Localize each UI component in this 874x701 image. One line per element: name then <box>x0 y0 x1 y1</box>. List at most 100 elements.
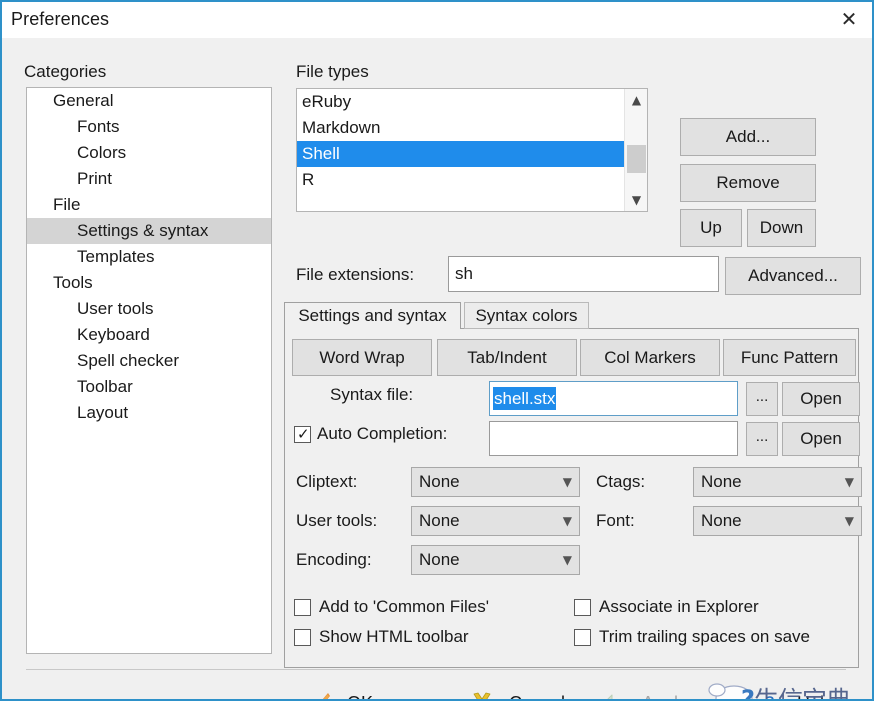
checkbox-box <box>294 628 311 646</box>
check-icon: ✓ <box>297 425 310 443</box>
auto-completion-label: Auto Completion: <box>317 424 448 443</box>
encoding-label: Encoding: <box>296 550 372 569</box>
orange-check-icon <box>307 690 333 699</box>
file-type-item[interactable]: Shell <box>297 141 625 167</box>
trim-trailing-spaces-checkbox[interactable]: Trim trailing spaces on save <box>574 626 810 648</box>
auto-completion-input[interactable] <box>489 421 738 456</box>
font-value: None <box>701 511 742 530</box>
show-html-toolbar-checkbox[interactable]: Show HTML toolbar <box>294 626 469 648</box>
syntax-file-browse-button[interactable]: ... <box>746 382 778 416</box>
chevron-down-icon: ▼ <box>844 514 854 528</box>
category-item[interactable]: Layout <box>27 400 271 426</box>
remove-file-type-button[interactable]: Remove <box>680 164 816 202</box>
show-html-toolbar-label: Show HTML toolbar <box>319 627 469 646</box>
ctags-dropdown[interactable]: None ▼ <box>693 467 862 497</box>
ok-label: OK <box>347 693 373 700</box>
cliptext-label: Cliptext: <box>296 472 358 491</box>
bottom-separator <box>26 669 846 670</box>
category-item[interactable]: Settings & syntax <box>27 218 271 244</box>
checkbox-box <box>574 628 591 646</box>
cliptext-value: None <box>419 472 460 491</box>
close-button[interactable]: ✕ <box>826 2 872 36</box>
file-type-item[interactable]: R <box>297 167 625 193</box>
apply-button: Apply <box>602 683 687 700</box>
file-types-label: File types <box>296 62 369 81</box>
file-types-listbox[interactable]: eRuby Markdown Shell R ▲ ▼ <box>296 88 648 212</box>
scrollbar-thumb[interactable] <box>627 145 646 173</box>
syntax-file-label: Syntax file: <box>330 385 414 404</box>
dialog-body: Categories General Fonts Colors Print File Se… <box>2 38 872 699</box>
category-item[interactable]: Templates <box>27 244 271 270</box>
file-type-item[interactable]: eRuby <box>297 89 625 115</box>
add-to-common-files-checkbox[interactable]: Add to 'Common Files' <box>294 596 489 618</box>
font-dropdown[interactable]: None ▼ <box>693 506 862 536</box>
checkbox-box <box>294 598 311 616</box>
file-type-item[interactable]: Markdown <box>297 115 625 141</box>
user-tools-dropdown[interactable]: None ▼ <box>411 506 580 536</box>
chevron-down-icon[interactable]: ▼ <box>625 189 647 211</box>
category-item[interactable]: Print <box>27 166 271 192</box>
syntax-file-value: shell.stx <box>493 387 557 410</box>
encoding-dropdown[interactable]: None ▼ <box>411 545 580 575</box>
font-label: Font: <box>596 511 635 530</box>
cancel-button[interactable]: Cancel <box>469 683 565 700</box>
category-item[interactable]: Fonts <box>27 114 271 140</box>
window-title: Preferences <box>11 9 110 29</box>
chevron-up-icon[interactable]: ▲ <box>625 89 647 111</box>
file-types-scrollbar[interactable]: ▲ ▼ <box>624 89 647 211</box>
category-item[interactable]: User tools <box>27 296 271 322</box>
add-to-common-files-label: Add to 'Common Files' <box>319 597 489 616</box>
help-label: Help <box>797 693 834 700</box>
chevron-down-icon: ▼ <box>562 514 572 528</box>
col-markers-button[interactable]: Col Markers <box>580 339 720 376</box>
file-extensions-label: File extensions: <box>296 265 415 284</box>
chevron-down-icon: ▼ <box>844 475 854 489</box>
apply-label: Apply <box>642 693 687 700</box>
category-item[interactable]: General <box>27 88 271 114</box>
word-wrap-button[interactable]: Word Wrap <box>292 339 432 376</box>
auto-completion-open-button[interactable]: Open <box>782 422 860 456</box>
checkbox-box <box>574 598 591 616</box>
help-button[interactable]: ? Help <box>757 683 834 701</box>
categories-label: Categories <box>24 62 107 81</box>
category-item[interactable]: File <box>27 192 271 218</box>
associate-in-explorer-label: Associate in Explorer <box>599 597 759 616</box>
file-extensions-input[interactable]: sh <box>448 256 719 292</box>
question-mark-icon: ? <box>757 690 783 701</box>
auto-completion-browse-button[interactable]: ... <box>746 422 778 456</box>
ctags-label: Ctags: <box>596 472 646 491</box>
tab-syntax-colors[interactable]: Syntax colors <box>464 302 589 329</box>
user-tools-value: None <box>419 511 460 530</box>
move-down-button[interactable]: Down <box>747 209 816 247</box>
func-pattern-button[interactable]: Func Pattern <box>723 339 856 376</box>
cancel-label: Cancel <box>509 693 565 700</box>
syntax-file-input[interactable]: shell.stx <box>489 381 738 416</box>
preferences-dialog: Preferences ✕ Categories General Fonts Col… <box>0 0 874 701</box>
advanced-button[interactable]: Advanced... <box>725 257 861 295</box>
user-tools-label: User tools: <box>296 511 378 530</box>
auto-completion-checkbox[interactable]: ✓ <box>294 425 311 443</box>
tab-settings-and-syntax[interactable]: Settings and syntax <box>284 302 461 329</box>
svg-text:?: ? <box>765 693 775 701</box>
chevron-down-icon: ▼ <box>562 475 572 489</box>
cliptext-dropdown[interactable]: None ▼ <box>411 467 580 497</box>
syntax-file-open-button[interactable]: Open <box>782 382 860 416</box>
ctags-value: None <box>701 472 742 491</box>
chevron-down-icon: ▼ <box>562 553 572 567</box>
associate-in-explorer-checkbox[interactable]: Associate in Explorer <box>574 596 759 618</box>
encoding-value: None <box>419 550 460 569</box>
file-types-list[interactable]: eRuby Markdown Shell R <box>297 89 625 211</box>
category-item[interactable]: Tools <box>27 270 271 296</box>
move-up-button[interactable]: Up <box>680 209 742 247</box>
category-item[interactable]: Spell checker <box>27 348 271 374</box>
category-item[interactable]: Colors <box>27 140 271 166</box>
add-file-type-button[interactable]: Add... <box>680 118 816 156</box>
category-item[interactable]: Toolbar <box>27 374 271 400</box>
title-bar: Preferences ✕ <box>2 2 872 38</box>
close-icon: ✕ <box>840 7 858 31</box>
ok-button[interactable]: OK <box>307 683 373 700</box>
back-arrow-icon <box>602 690 628 699</box>
tab-indent-button[interactable]: Tab/Indent <box>437 339 577 376</box>
category-item[interactable]: Keyboard <box>27 322 271 348</box>
categories-tree[interactable]: General Fonts Colors Print File Settings & sy… <box>26 87 272 654</box>
